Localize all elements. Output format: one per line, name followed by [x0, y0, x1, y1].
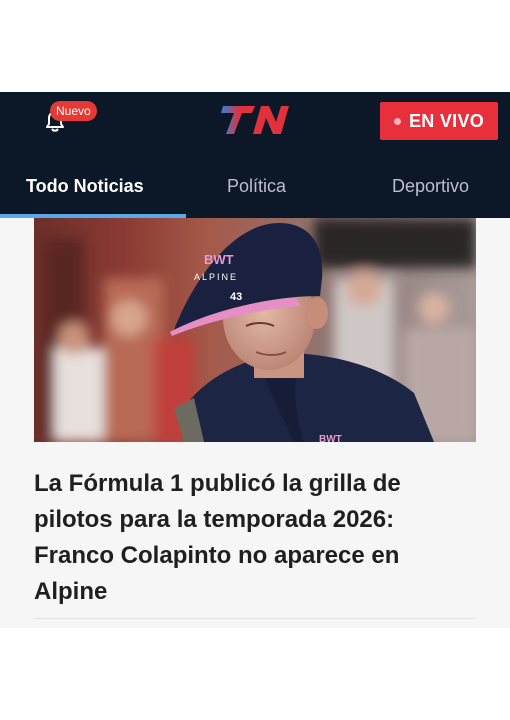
live-dot-icon [393, 117, 401, 125]
tab-politica[interactable]: Política [227, 176, 286, 197]
live-label: EN VIVO [408, 110, 485, 131]
status-area [0, 0, 510, 92]
article-divider [34, 618, 476, 619]
tab-deportivo[interactable]: Deportivo [392, 176, 469, 197]
cap-number-text: 43 [230, 291, 242, 303]
cap-brand-text: ALPINE [194, 272, 238, 282]
article-headline[interactable]: La Fórmula 1 publicó la grilla de piloto… [34, 466, 474, 610]
article-image[interactable]: BWT ALPINE 43 BWT [34, 218, 476, 442]
driver-photo: BWT ALPINE 43 BWT [34, 218, 476, 442]
section-tabs: Todo Noticias Política Deportivo [0, 162, 510, 218]
shirt-logo-text: BWT [319, 434, 342, 442]
tab-todo-noticias[interactable]: Todo Noticias [26, 176, 144, 197]
cap-logo-text: BWT [204, 252, 234, 267]
notification-badge: Nuevo [50, 101, 97, 121]
live-button[interactable]: EN VIVO [380, 102, 498, 140]
logo-icon [221, 106, 289, 134]
tn-logo[interactable] [219, 104, 291, 136]
